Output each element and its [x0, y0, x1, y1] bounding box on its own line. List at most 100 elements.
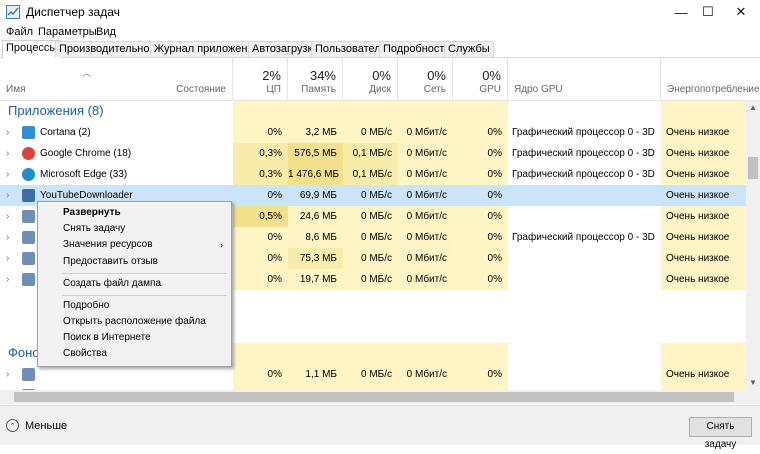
expand-chevron-icon[interactable]: ›	[6, 206, 16, 227]
fewer-details-label: Меньше	[25, 419, 68, 432]
menu-bar: Файл Параметры Вид	[0, 24, 760, 42]
gpu-engine-value: Графический процессор 0 - 3D	[512, 127, 655, 138]
menu-options[interactable]: Параметры	[38, 26, 97, 38]
gpu-engine-value: Графический процессор 0 - 3D	[512, 148, 655, 159]
gpu-value: 0%	[453, 122, 508, 143]
process-name: Microsoft Edge (33)	[40, 169, 128, 180]
column-memory-label: Память	[301, 84, 336, 95]
chrome-icon	[22, 147, 35, 160]
sort-up-icon: ︿	[82, 68, 92, 78]
memory-value: 3,2 МБ	[288, 122, 343, 143]
tab-processes[interactable]: Процессы	[2, 40, 62, 58]
scroll-down-arrow-icon[interactable]: ▼	[746, 376, 760, 390]
column-network[interactable]: 0% Сеть	[398, 58, 453, 100]
column-memory[interactable]: 34% Память	[288, 58, 343, 100]
column-gpu[interactable]: 0% GPU	[453, 58, 508, 100]
vertical-scrollbar[interactable]: ▲ ▼	[746, 101, 760, 390]
expand-chevron-icon[interactable]: ›	[6, 364, 16, 385]
group-apps-label: Приложения (8)	[8, 103, 104, 118]
memory-value: 19,7 МБ	[288, 269, 343, 290]
expand-chevron-icon[interactable]: ›	[6, 122, 16, 143]
column-gpu-label: GPU	[479, 84, 501, 95]
process-row[interactable]: ›Cortana (2)♁0%3,2 МБ0 МБ/с0 Мбит/с0%Гра…	[0, 122, 746, 143]
gpu-value: 0%	[453, 185, 508, 206]
expand-chevron-icon[interactable]: ›	[6, 143, 16, 164]
power-usage-value: Очень низкое	[661, 143, 746, 164]
scroll-corner	[746, 390, 760, 404]
ctx-resource-values[interactable]: Значения ресурсов ›	[38, 237, 231, 253]
tab-services[interactable]: Службы	[444, 41, 494, 57]
column-cpu[interactable]: 2% ЦП	[233, 58, 288, 100]
power-usage-value: Очень низкое	[661, 248, 746, 269]
submenu-arrow-icon: ›	[220, 240, 223, 250]
column-status[interactable]: Состояние	[176, 58, 233, 100]
memory-value: 576,5 МБ	[288, 143, 343, 164]
ctx-expand[interactable]: Развернуть	[38, 205, 231, 221]
fewer-details-button[interactable]: ⌃ Меньше	[6, 419, 67, 432]
expand-chevron-icon[interactable]: ›	[6, 164, 16, 185]
process-row[interactable]: › Microsoft Edge (33) 0,3% 1 476,6 МБ 0,1 МБ…	[0, 164, 746, 185]
app-icon	[22, 368, 35, 381]
gpu-engine-value	[508, 185, 661, 206]
column-power[interactable]: Энергопотребление	[661, 58, 760, 100]
memory-value: 1,1 МБ	[288, 364, 343, 385]
ctx-end-task[interactable]: Снять задачу	[38, 221, 231, 237]
ctx-details[interactable]: Подробно	[38, 298, 231, 314]
power-usage-value: Очень низкое	[661, 185, 746, 206]
horizontal-scrollbar[interactable]	[0, 390, 746, 404]
gpu-value: 0%	[453, 206, 508, 227]
network-value: 0 Мбит/с	[398, 364, 453, 385]
group-header-apps[interactable]: Приложения (8)	[0, 101, 746, 122]
app-icon	[22, 273, 35, 286]
cpu-value: 0%	[233, 248, 288, 269]
column-gpu-engine[interactable]: Ядро GPU	[508, 58, 661, 100]
ctx-create-dump[interactable]: Создать файл дампа	[38, 276, 231, 292]
expand-chevron-icon[interactable]: ›	[6, 185, 16, 206]
tab-app-history[interactable]: Журнал приложений	[150, 41, 264, 57]
ctx-search-online[interactable]: Поиск в Интернете	[38, 330, 231, 346]
app-icon	[22, 210, 35, 223]
gpu-engine-value: Графический процессор 0 - 3D	[512, 232, 655, 243]
power-usage-value: Очень низкое	[661, 227, 746, 248]
power-usage-value: Очень низкое	[661, 269, 746, 290]
scroll-thumb[interactable]	[748, 157, 758, 179]
cpu-value: 0%	[233, 122, 288, 143]
ctx-feedback[interactable]: Предоставить отзыв	[38, 254, 231, 270]
expand-chevron-icon[interactable]: ›	[6, 227, 16, 248]
scroll-up-arrow-icon[interactable]: ▲	[746, 101, 760, 115]
disk-value: 0 МБ/с	[343, 364, 398, 385]
maximize-button[interactable]: ☐	[693, 0, 723, 24]
power-usage-value: Очень низкое	[661, 122, 746, 143]
title-bar: Диспетчер задач — ☐ ✕	[0, 0, 760, 24]
memory-total: 34%	[309, 68, 336, 83]
process-row[interactable]: › Google Chrome (18) 0,3% 576,5 МБ 0,1 МБ/с 0…	[0, 143, 746, 164]
column-name[interactable]: ︿ Имя	[0, 58, 177, 100]
expand-chevron-icon[interactable]: ›	[6, 269, 16, 290]
column-disk[interactable]: 0% Диск	[343, 58, 398, 100]
memory-value: 75,3 МБ	[288, 248, 343, 269]
memory-value: 69,9 МБ	[288, 185, 343, 206]
menu-file[interactable]: Файл	[6, 26, 33, 38]
process-row[interactable]: › 0% 1,1 МБ 0 МБ/с 0 Мбит/с 0% Очень низкое	[0, 364, 746, 385]
end-task-button[interactable]: Снять задачу	[689, 417, 752, 450]
close-button[interactable]: ✕	[726, 0, 756, 24]
minimize-button[interactable]: —	[666, 0, 696, 24]
ctx-properties[interactable]: Свойства	[38, 346, 231, 362]
cpu-total: 2%	[262, 68, 281, 83]
gpu-engine-value	[508, 206, 661, 227]
horizontal-scroll-thumb[interactable]	[14, 392, 734, 402]
column-network-label: Сеть	[423, 84, 446, 95]
gpu-engine-value	[508, 269, 661, 290]
disk-value: 0 МБ/с	[343, 269, 398, 290]
window-title: Диспетчер задач	[26, 5, 120, 19]
ctx-open-file-location[interactable]: Открыть расположение файла	[38, 314, 231, 330]
network-value: 0 Мбит/с	[398, 185, 453, 206]
network-value: 0 Мбит/с	[398, 122, 453, 143]
tab-strip: Процессы Производительность Журнал прило…	[0, 40, 760, 58]
gpu-value: 0%	[453, 269, 508, 290]
expand-chevron-icon[interactable]: ›	[6, 248, 16, 269]
table-header: ︿ Имя Состояние 2% ЦП 34% Память 0% Диск…	[0, 58, 760, 101]
cpu-value: 0%	[233, 364, 288, 385]
gpu-value: 0%	[453, 248, 508, 269]
menu-view[interactable]: Вид	[96, 26, 116, 38]
